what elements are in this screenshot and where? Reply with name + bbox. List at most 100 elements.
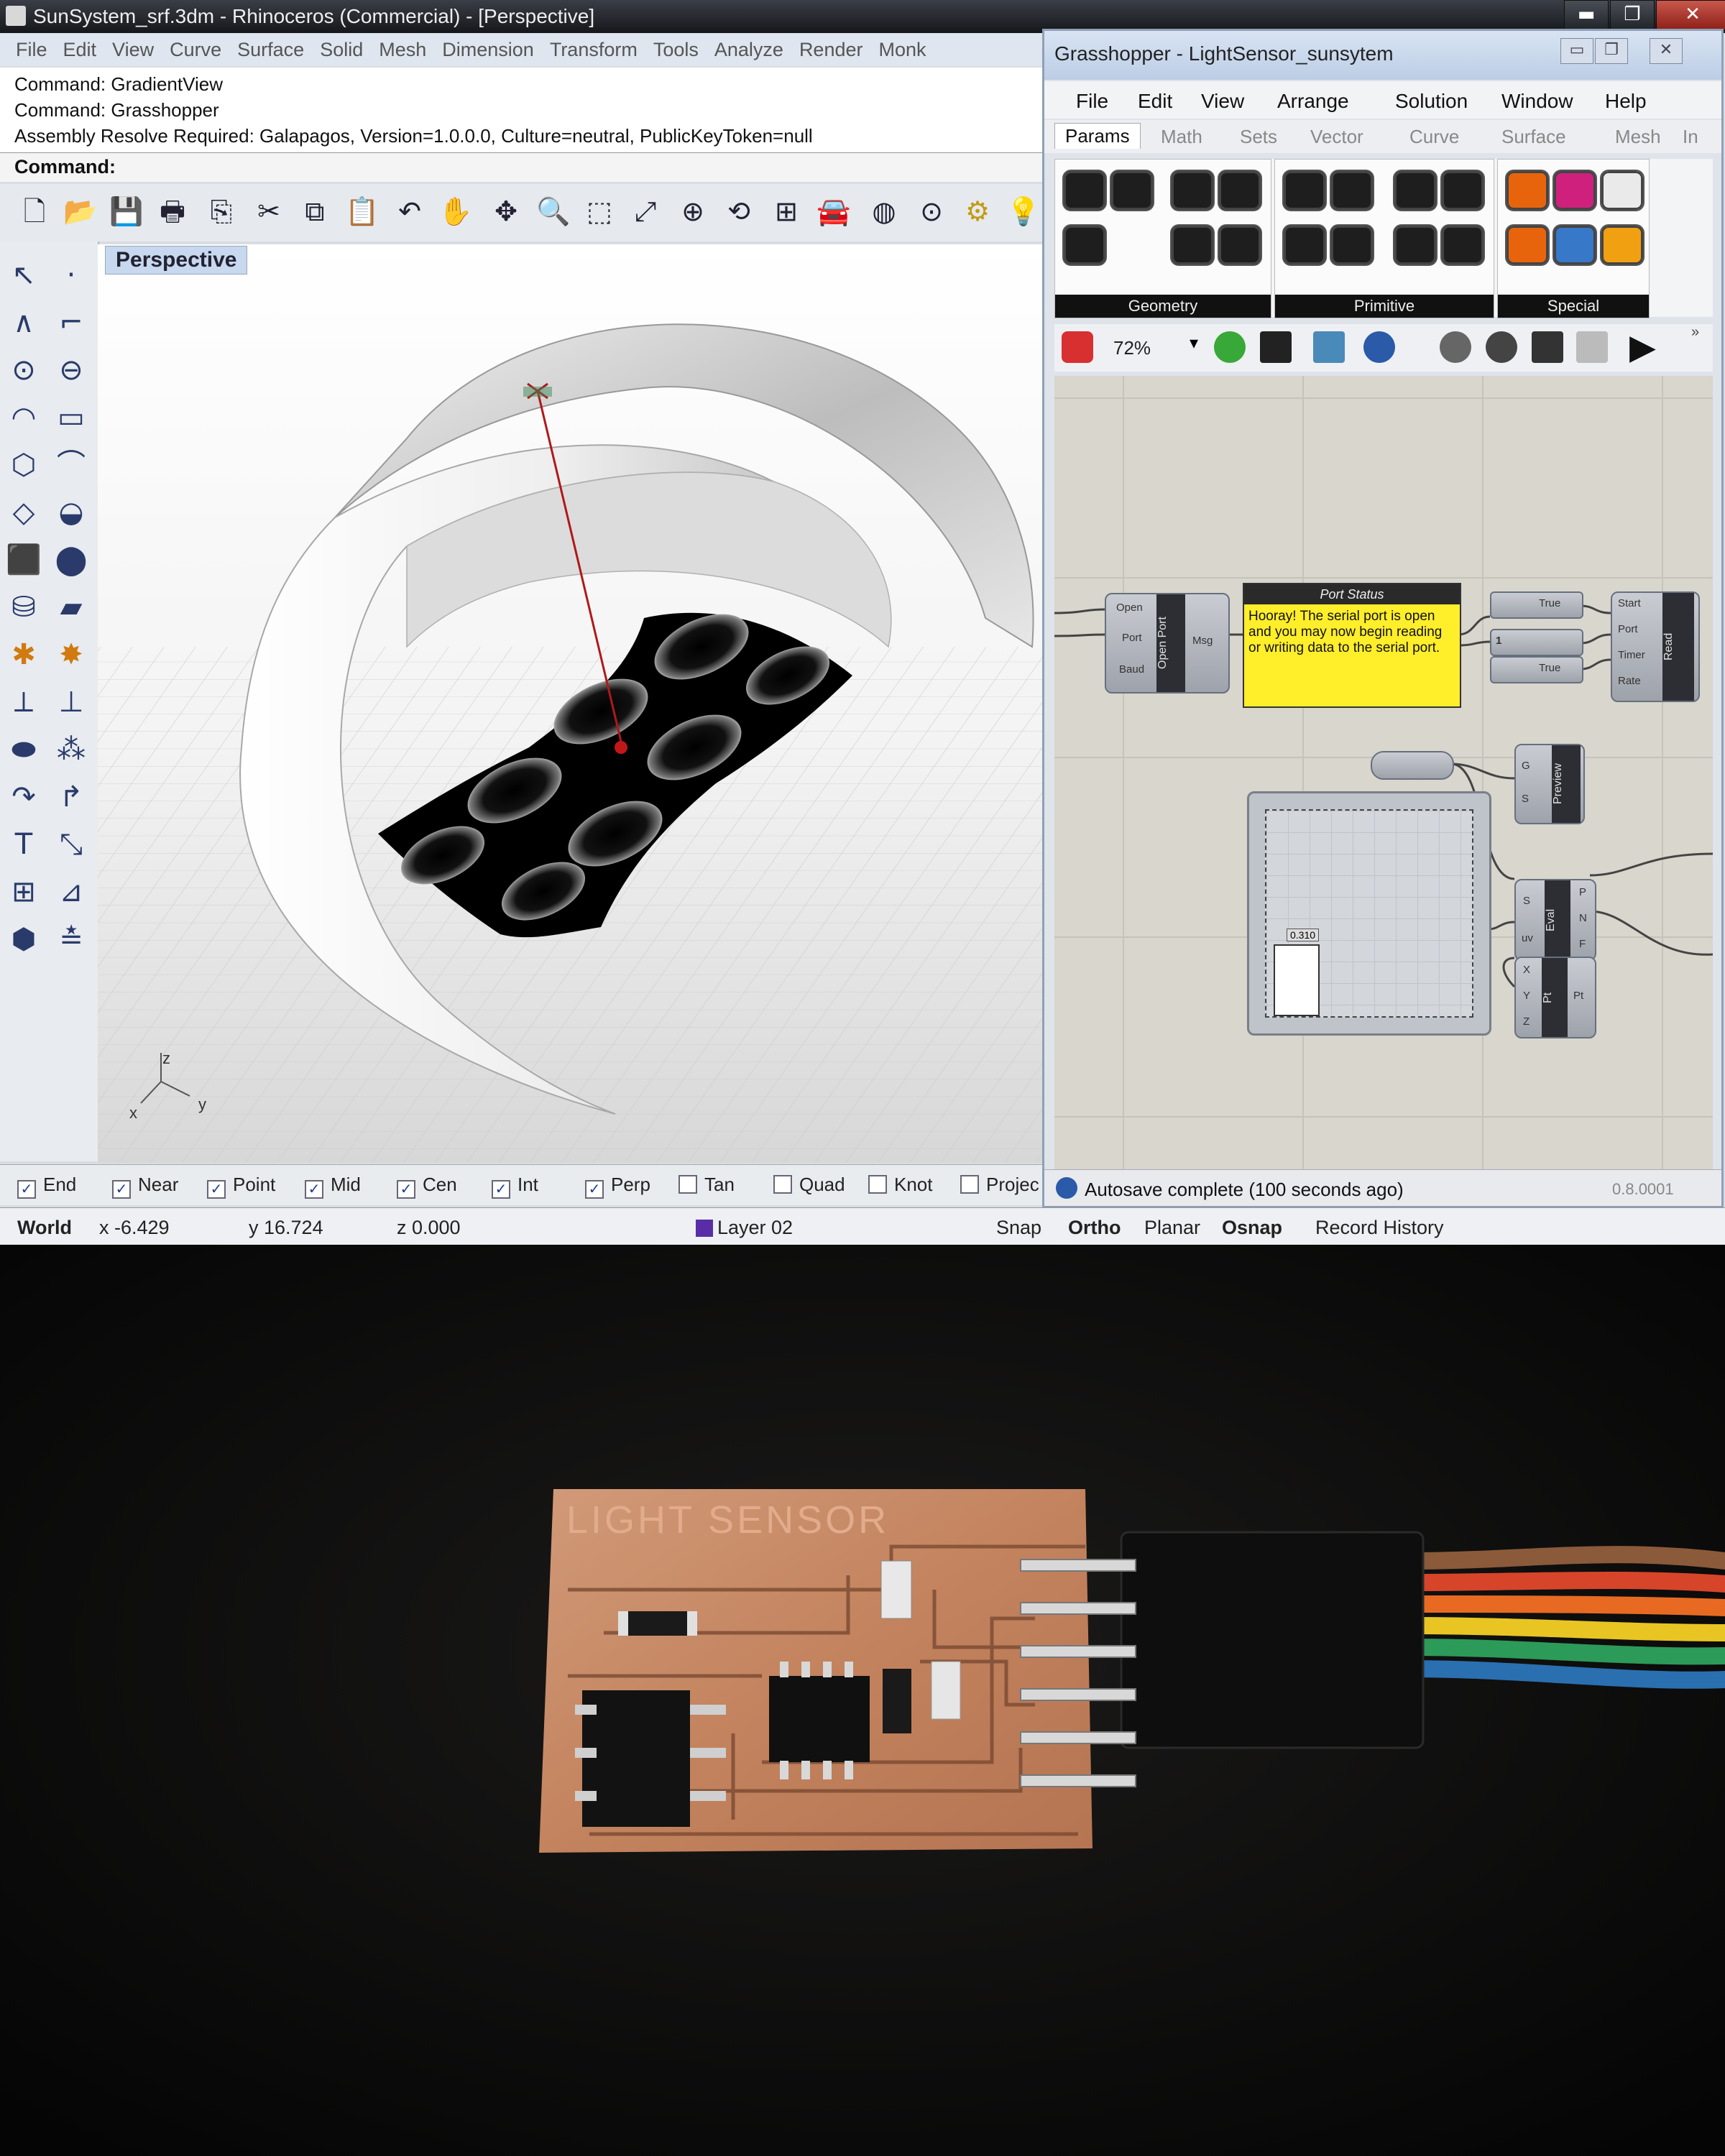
gh-minimize-button[interactable]: ▭ — [1560, 38, 1593, 64]
brep-param-icon[interactable] — [1110, 170, 1154, 211]
gh-menu-solution[interactable]: Solution — [1395, 90, 1468, 113]
zoom-icon[interactable] — [1214, 331, 1246, 363]
minimize-button[interactable]: ▬ — [1564, 0, 1609, 30]
tab-in[interactable]: In — [1683, 126, 1698, 148]
menu-dimension[interactable]: Dimension — [442, 39, 534, 61]
zoom-dropdown-icon[interactable]: ▾ — [1190, 333, 1198, 353]
zoom-icon[interactable]: 🔍 — [536, 194, 571, 229]
number-slider-small[interactable] — [1371, 751, 1454, 780]
print-icon[interactable]: 🖶 — [155, 194, 190, 229]
input-port[interactable]: Port — [1618, 623, 1638, 635]
gh-menu-view[interactable]: View — [1201, 90, 1244, 113]
input-shader[interactable]: S — [1522, 793, 1529, 805]
box-param-icon[interactable] — [1062, 170, 1107, 211]
tab-curve[interactable]: Curve — [1409, 126, 1459, 148]
gh-menu-arrange[interactable]: Arrange — [1277, 90, 1349, 113]
object-snap-icon[interactable]: ⊙ — [914, 194, 949, 229]
gh-menu-edit[interactable]: Edit — [1138, 90, 1172, 113]
grasshopper-canvas[interactable]: Open Port Baud Open Port Msg Port Status… — [1054, 376, 1713, 1182]
integer-param-icon[interactable] — [1330, 170, 1374, 211]
text-icon[interactable]: T — [4, 825, 43, 864]
zoom-level[interactable]: 72% — [1113, 337, 1151, 359]
input-rate[interactable]: Rate — [1618, 675, 1641, 687]
menu-render[interactable]: Render — [799, 39, 863, 61]
boolean-toggle-1[interactable]: True — [1490, 591, 1583, 619]
checkbox-unchecked-icon[interactable] — [868, 1175, 887, 1194]
layer-indicator[interactable]: Layer 02 — [696, 1217, 793, 1239]
mesh-param-icon[interactable] — [1218, 224, 1262, 266]
cplane-label[interactable]: World — [17, 1217, 72, 1239]
open-icon[interactable]: 📂 — [63, 194, 98, 229]
checkbox-checked-icon[interactable]: ✓ — [207, 1180, 226, 1199]
bulb-icon[interactable]: 💡 — [1006, 194, 1041, 229]
fillet-icon[interactable]: ↱ — [52, 778, 91, 816]
number-slider[interactable]: 1 — [1490, 629, 1583, 656]
checkbox-checked-icon[interactable]: ✓ — [397, 1180, 415, 1199]
tab-vector[interactable]: Vector — [1310, 126, 1363, 148]
rectangle-icon[interactable]: ▭ — [52, 398, 91, 437]
checkbox-unchecked-icon[interactable] — [960, 1175, 979, 1194]
osnap-point[interactable]: ✓ Point — [207, 1174, 275, 1199]
menu-file[interactable]: File — [16, 39, 47, 61]
zoom-extents-icon[interactable]: ⤢ — [628, 194, 663, 229]
restore-button[interactable]: ❐ — [1610, 0, 1655, 30]
perspective-viewport[interactable]: Perspective z x y — [98, 244, 1048, 1163]
ellipse-icon[interactable]: ⊖ — [52, 351, 91, 390]
gradient-icon[interactable] — [1552, 170, 1597, 211]
cut-icon[interactable]: ✂ — [252, 194, 286, 229]
preview-eye-icon[interactable] — [1363, 331, 1395, 363]
pan-icon[interactable]: ✋ — [438, 194, 473, 229]
preview-component[interactable]: G S Preview — [1514, 744, 1585, 824]
sketch-icon[interactable] — [1062, 331, 1093, 363]
dimension-icon[interactable]: ⊿ — [52, 872, 91, 911]
osnap-near[interactable]: ✓ Near — [112, 1174, 178, 1199]
planar-toggle[interactable]: Planar — [1144, 1217, 1200, 1239]
play-icon[interactable]: ▶ — [1629, 327, 1656, 367]
circle-param-icon[interactable] — [1170, 170, 1215, 211]
graph-mapper[interactable]: 0.310 — [1247, 791, 1491, 1036]
render-car-icon[interactable]: 🚘 — [816, 194, 851, 229]
input-timer[interactable]: Timer — [1618, 649, 1645, 661]
rotate-icon[interactable]: ↷ — [4, 778, 43, 816]
move-view-icon[interactable]: ✥ — [489, 194, 523, 229]
surface-icon[interactable]: ◇ — [4, 493, 43, 532]
output-point[interactable]: P — [1579, 886, 1586, 898]
osnap-tan[interactable]: Tan — [678, 1174, 735, 1196]
checkbox-checked-icon[interactable]: ✓ — [305, 1180, 323, 1199]
input-open[interactable]: Open — [1116, 602, 1143, 614]
evaluate-surface-component[interactable]: S uv Eval P N F — [1514, 879, 1596, 961]
copy-icon[interactable]: ⧉ — [298, 194, 332, 229]
undo-icon[interactable]: ↶ — [392, 194, 427, 229]
curve-points-icon[interactable]: ⌐ — [52, 303, 91, 342]
input-geometry[interactable]: G — [1522, 760, 1530, 772]
document-preview-icon[interactable] — [1576, 331, 1608, 363]
command-input[interactable]: Command: — [0, 152, 1046, 182]
checkbox-unchecked-icon[interactable] — [773, 1175, 792, 1194]
gh-menu-file[interactable]: File — [1076, 90, 1108, 113]
menu-mesh[interactable]: Mesh — [379, 39, 426, 61]
osnap-toggle[interactable]: Osnap — [1222, 1217, 1282, 1239]
snap-toggle[interactable]: Snap — [996, 1217, 1041, 1239]
loft-icon[interactable]: ◒ — [52, 493, 91, 532]
input-z[interactable]: Z — [1523, 1015, 1530, 1028]
curve-param-icon[interactable] — [1218, 170, 1262, 211]
input-start[interactable]: Start — [1618, 597, 1641, 609]
menu-analyze[interactable]: Analyze — [714, 39, 783, 61]
input-y[interactable]: Y — [1523, 990, 1530, 1002]
string-param-icon[interactable] — [1330, 224, 1374, 266]
selected-only-icon[interactable] — [1532, 331, 1563, 363]
zoom-selected-icon[interactable]: ⊕ — [676, 194, 710, 229]
shaded-icon[interactable] — [1486, 331, 1517, 363]
swatch-icon[interactable] — [1552, 224, 1597, 266]
osnap-knot[interactable]: Knot — [868, 1174, 933, 1196]
menu-transform[interactable]: Transform — [550, 39, 638, 61]
viewport-title[interactable]: Perspective — [105, 246, 248, 275]
split-icon[interactable]: ⊥ — [52, 683, 91, 722]
checkbox-unchecked-icon[interactable] — [678, 1175, 697, 1194]
tab-mesh[interactable]: Mesh — [1615, 126, 1661, 148]
osnap-quad[interactable]: Quad — [773, 1174, 845, 1196]
input-uv[interactable]: uv — [1522, 932, 1533, 944]
line-param-icon[interactable] — [1170, 224, 1215, 266]
menu-surface[interactable]: Surface — [237, 39, 304, 61]
point-xyz-component[interactable]: X Y Z Pt Pt — [1514, 957, 1596, 1038]
